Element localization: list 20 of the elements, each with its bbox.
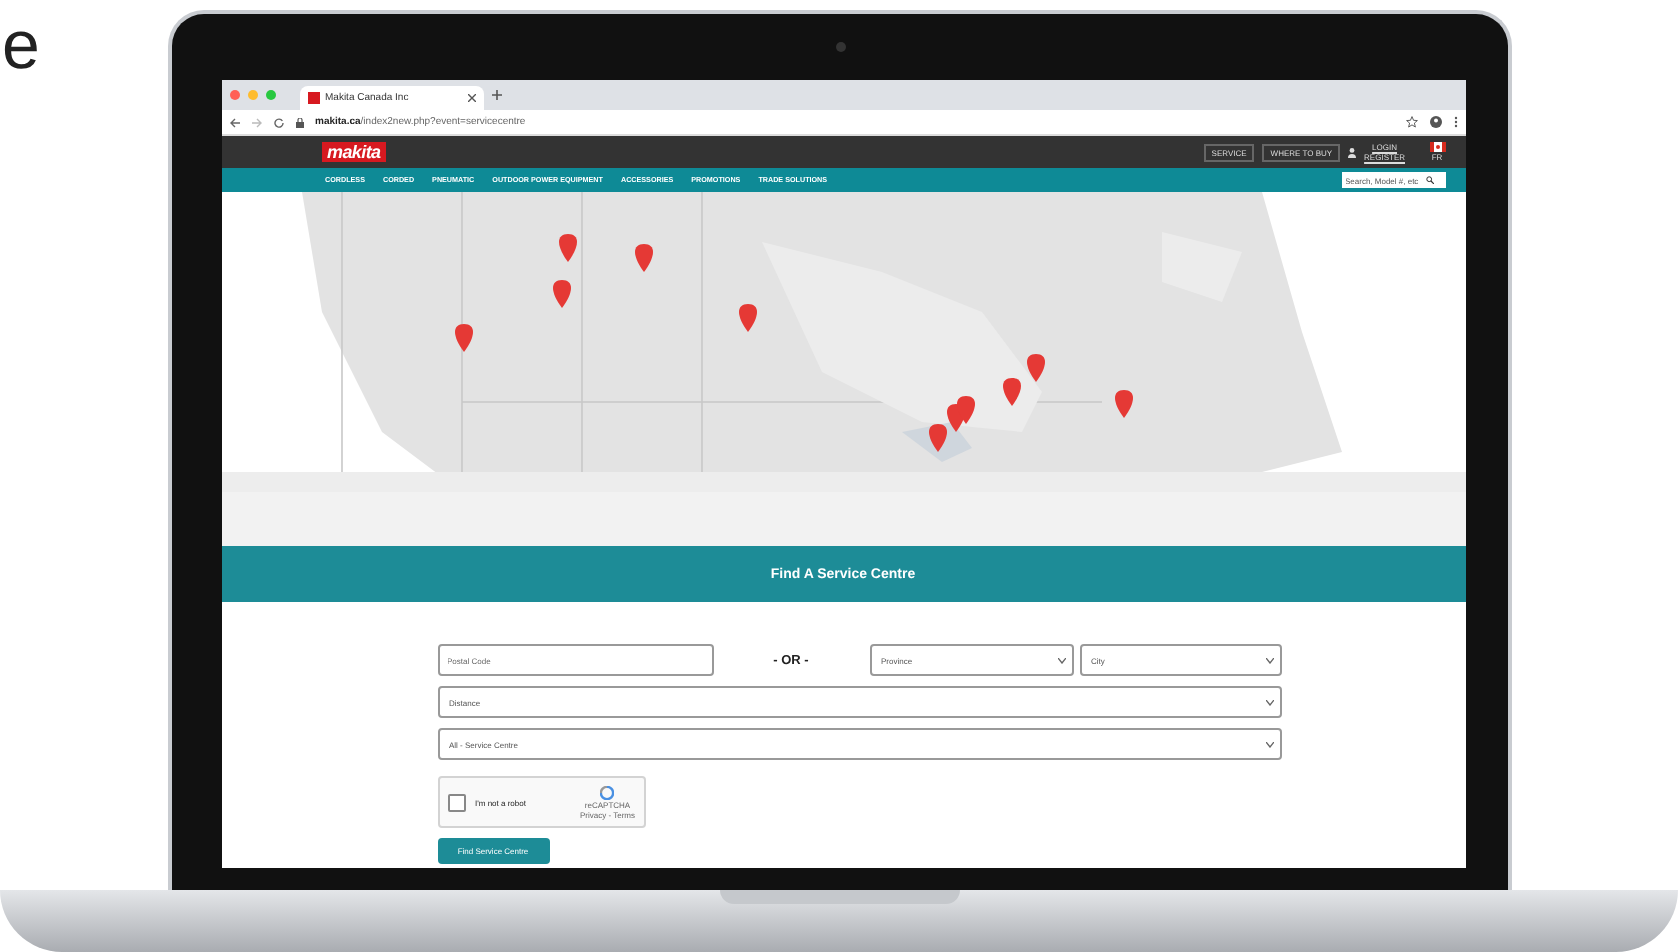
- lock-icon: [295, 117, 303, 127]
- chevron-down-icon: [1265, 741, 1273, 747]
- star-icon[interactable]: [1405, 116, 1417, 128]
- favicon-icon: [307, 92, 319, 104]
- search-icon[interactable]: [1425, 176, 1433, 184]
- back-icon[interactable]: [229, 117, 239, 127]
- partial-letter: e: [2, 12, 40, 80]
- chevron-down-icon: [1057, 657, 1065, 663]
- close-icon[interactable]: [467, 94, 475, 102]
- recaptcha-logo-icon: [600, 785, 615, 799]
- captcha-checkbox[interactable]: [447, 793, 465, 811]
- chevron-down-icon: [1265, 657, 1273, 663]
- flag-icon[interactable]: [1429, 142, 1445, 152]
- reload-icon[interactable]: [273, 117, 283, 127]
- profile-icon[interactable]: [1429, 116, 1441, 128]
- user-icon: [1348, 147, 1357, 157]
- camera-icon: [835, 42, 845, 52]
- chevron-down-icon: [1265, 699, 1273, 705]
- site-logo[interactable]: makita: [321, 142, 387, 162]
- plus-icon[interactable]: [491, 90, 501, 100]
